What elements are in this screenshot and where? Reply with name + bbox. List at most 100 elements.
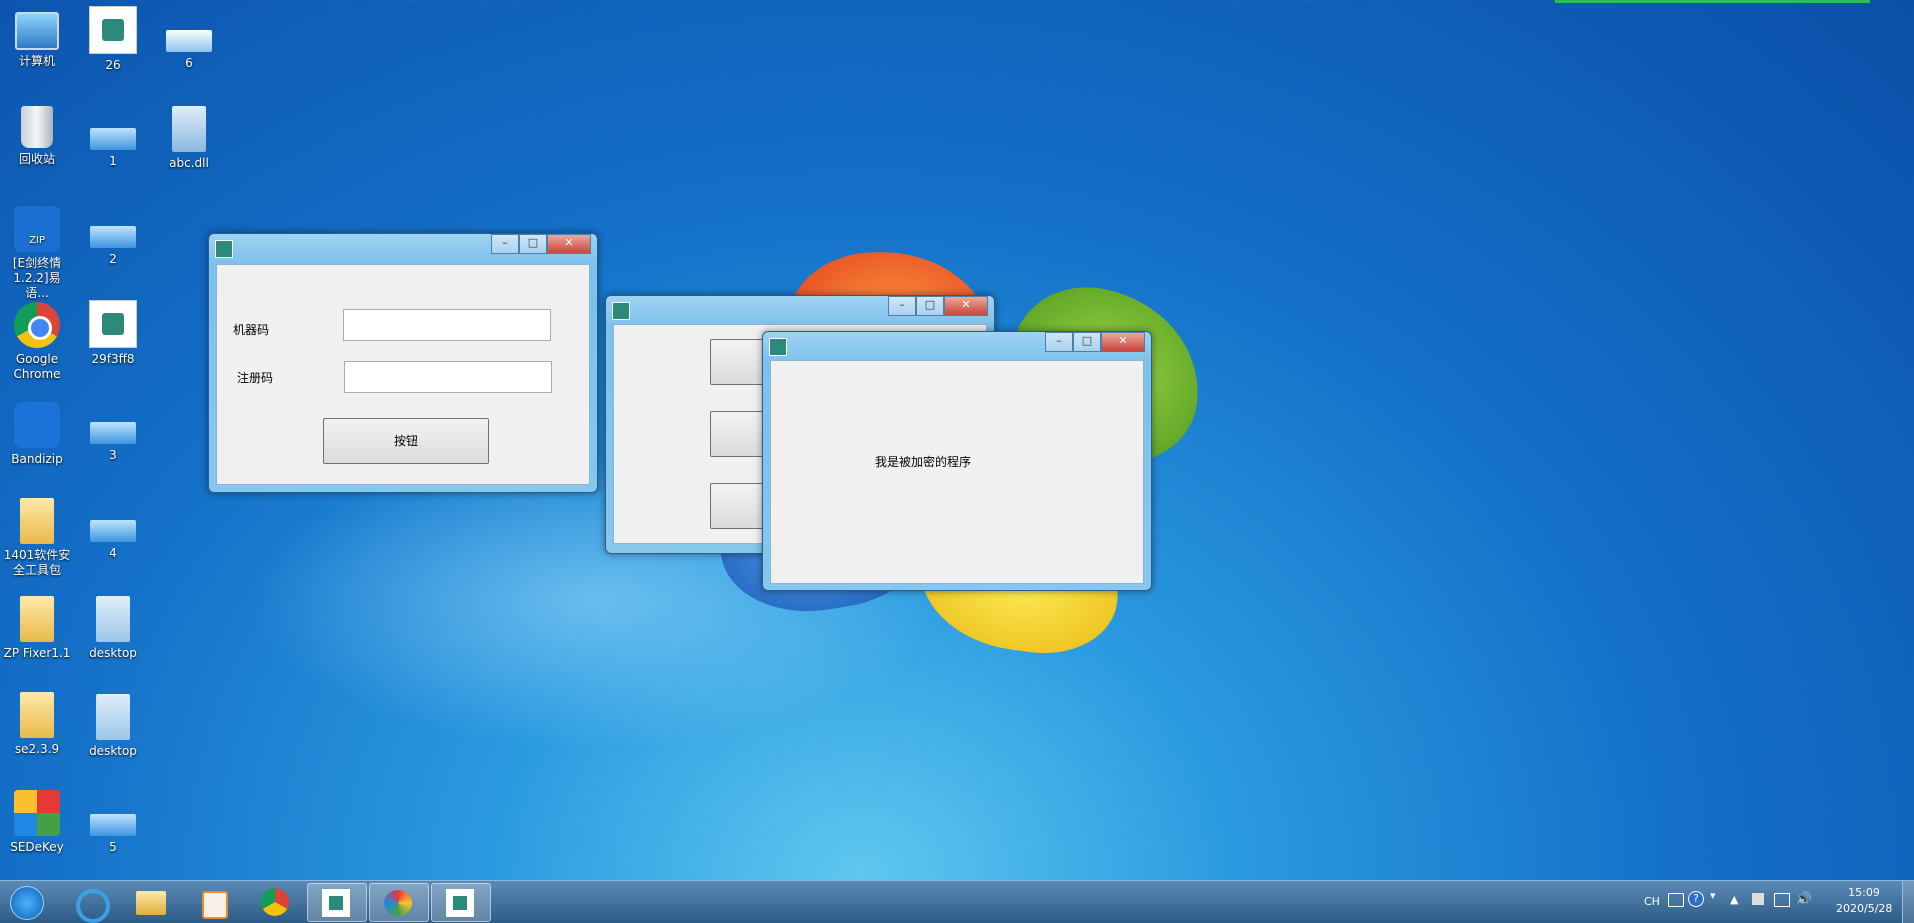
maximize-button[interactable]: □ (916, 296, 944, 316)
language-indicator[interactable]: CH (1644, 895, 1660, 908)
encrypted-message: 我是被加密的程序 (875, 455, 972, 469)
paint-icon (384, 890, 412, 916)
app-icon (215, 240, 233, 258)
desktop-icon-zpfixer[interactable]: ZP Fixer1.1 (2, 596, 72, 661)
help-icon[interactable]: ? (1688, 891, 1704, 907)
start-button[interactable] (2, 883, 50, 920)
desktop-icon-label: 5 (109, 840, 117, 854)
window-file-icon (90, 814, 136, 836)
media-player-icon (202, 891, 228, 919)
progress-strip (1555, 0, 1870, 3)
maximize-button[interactable]: □ (519, 234, 547, 254)
desktop-icon-label: 计算机 (18, 54, 55, 68)
start-orb-icon (10, 886, 44, 920)
desktop-icon-label: 29f3ff8 (91, 352, 135, 366)
window-file-icon (166, 30, 212, 52)
desktop-icon-3[interactable]: 3 (78, 414, 148, 463)
desktop-icon-sedekey[interactable]: SEDeKey (2, 790, 72, 855)
window-client-area: 我是被加密的程序 (770, 360, 1144, 584)
desktop-icon-abc-dll[interactable]: abc.dll (154, 106, 224, 171)
desktop-icon-label: 4 (109, 546, 117, 560)
taskbar-chrome[interactable] (248, 883, 302, 920)
folder-icon (20, 692, 54, 738)
desktop-icon-desktop-1[interactable]: desktop (78, 596, 148, 661)
ime-options-icon[interactable]: ▾ (1710, 889, 1716, 902)
taskbar-app-2[interactable] (431, 883, 491, 922)
desktop-icon-26[interactable]: 26 (78, 6, 148, 73)
desktop-icon-chrome[interactable]: Google Chrome (2, 302, 72, 382)
dll-file-icon (172, 106, 206, 152)
action-center-icon[interactable] (1752, 893, 1764, 905)
config-file-icon (96, 694, 130, 740)
desktop-icon-1[interactable]: 1 (78, 120, 148, 169)
desktop-icon-bandizip[interactable]: Bandizip (2, 402, 72, 467)
taskbar-explorer[interactable] (124, 883, 178, 920)
taskbar-paint[interactable] (369, 883, 429, 922)
desktop-icon-label: desktop (89, 744, 137, 758)
taskbar-app-1[interactable] (307, 883, 367, 922)
desktop-icon-label: 3 (109, 448, 117, 462)
desktop-icon-zip[interactable]: ZIP [E剑终情1.2.2]易语... (2, 206, 72, 301)
desktop-icon-6[interactable]: 6 (154, 22, 224, 71)
desktop-icon-label: abc.dll (169, 156, 209, 170)
desktop-icon-29f3ff8[interactable]: 29f3ff8 (78, 300, 148, 367)
desktop-icon-label: se2.3.9 (14, 742, 60, 756)
volume-icon[interactable]: 🔊 (1796, 892, 1812, 907)
encrypted-program-window[interactable]: – □ ✕ 我是被加密的程序 (762, 331, 1152, 591)
keyboard-icon[interactable] (1668, 893, 1684, 907)
minimize-button[interactable]: – (491, 234, 519, 254)
desktop-icon-se239[interactable]: se2.3.9 (2, 692, 72, 757)
desktop-icon-label: Google Chrome (13, 352, 61, 381)
folder-icon (20, 498, 54, 544)
desktop-icon-2[interactable]: 2 (78, 218, 148, 267)
close-button[interactable]: ✕ (944, 296, 988, 316)
desktop-icon-folder-1401[interactable]: 1401软件安全工具包 (2, 498, 72, 578)
desktop-icon-label: SEDeKey (10, 840, 64, 854)
desktop-icon-label: ZP Fixer1.1 (3, 646, 71, 660)
sedekey-icon (14, 790, 60, 836)
desktop-icon-label: 2 (109, 252, 117, 266)
window-file-icon (90, 422, 136, 444)
computer-icon (15, 12, 59, 50)
yiyu-app-icon (446, 889, 474, 917)
config-file-icon (96, 596, 130, 642)
minimize-button[interactable]: – (1045, 332, 1073, 352)
yiyu-app-icon (89, 6, 137, 54)
taskbar-ie[interactable] (62, 883, 116, 923)
minimize-button[interactable]: – (888, 296, 916, 316)
explorer-icon (136, 891, 166, 915)
desktop-icon-label: 1 (109, 154, 117, 168)
chrome-icon (14, 302, 60, 348)
desktop-icon-label: 26 (105, 58, 121, 72)
maximize-button[interactable]: □ (1073, 332, 1101, 352)
window-file-icon (90, 226, 136, 248)
desktop-icon-label: Bandizip (11, 452, 63, 466)
taskbar-media-player[interactable] (186, 883, 240, 920)
desktop-icon-computer[interactable]: 计算机 (2, 8, 72, 69)
close-button[interactable]: ✕ (547, 234, 591, 254)
desktop-icon-5[interactable]: 5 (78, 806, 148, 855)
desktop-icon-label: 回收站 (18, 152, 55, 166)
machine-code-label: 机器码 (233, 323, 270, 337)
window-file-icon (90, 128, 136, 150)
window-file-icon (90, 520, 136, 542)
zip-icon: ZIP (14, 206, 60, 252)
show-hidden-icons-icon[interactable]: ▲ (1730, 893, 1738, 906)
registration-window[interactable]: – □ ✕ 机器码 注册码 按钮 (208, 233, 598, 493)
ie-icon (76, 889, 110, 923)
desktop-icon-desktop-2[interactable]: desktop (78, 694, 148, 759)
bandizip-icon (14, 402, 60, 448)
desktop-icon-4[interactable]: 4 (78, 512, 148, 561)
clock[interactable]: 15:09 2020/5/28 (1836, 886, 1892, 915)
desktop-icon-recycle-bin[interactable]: 回收站 (2, 106, 72, 167)
reg-code-input[interactable] (344, 361, 552, 393)
machine-code-input[interactable] (343, 309, 551, 341)
close-button[interactable]: ✕ (1101, 332, 1145, 352)
submit-button[interactable]: 按钮 (323, 418, 489, 464)
window-client-area: 机器码 注册码 按钮 (216, 264, 590, 485)
show-desktop-button[interactable] (1902, 881, 1914, 923)
network-icon[interactable] (1774, 893, 1790, 907)
desktop-icon-label: [E剑终情1.2.2]易语... (12, 256, 62, 300)
reg-code-label: 注册码 (237, 371, 274, 385)
folder-icon (20, 596, 54, 642)
